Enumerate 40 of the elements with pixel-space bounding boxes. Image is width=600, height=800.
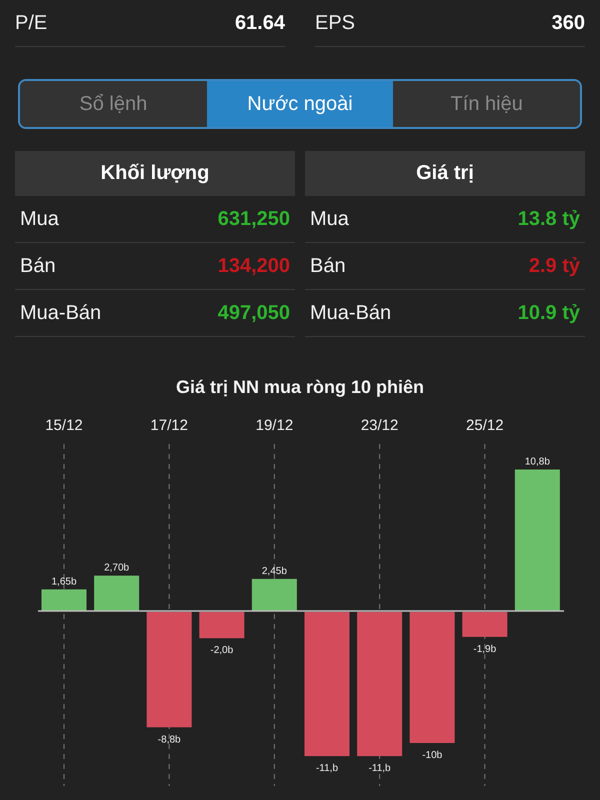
table-header: Giá trị (305, 151, 585, 196)
bar-value-label: -2,0b (210, 645, 234, 656)
bar-value-label: -1,9b (473, 644, 496, 655)
bar-value-label: 2,70b (104, 562, 130, 574)
row-value: 10.9 tỷ (518, 302, 580, 324)
row-label: Bán (20, 254, 56, 278)
axis-label: 23/12 (360, 417, 398, 434)
row-label: Mua-Bán (20, 302, 102, 324)
row-label: Bán (310, 254, 346, 278)
bar (94, 576, 140, 611)
row-value: 631,250 (218, 208, 290, 230)
bar-value-label: -8,8b (158, 734, 181, 746)
stat-label: EPS (315, 12, 356, 34)
axis-label: 15/12 (45, 417, 83, 434)
bar (252, 578, 297, 611)
bar-value-label: 1,65b (51, 576, 77, 588)
stat-label: P/E (15, 12, 48, 34)
bar-value-label: 10,8b (524, 456, 550, 468)
bar-value-label: -11,b (368, 763, 391, 774)
tab[interactable]: Nước ngoài (206, 81, 394, 127)
row-label: Mua (20, 208, 59, 230)
bar (199, 612, 244, 638)
bar-value-label: 2,45b (262, 566, 287, 577)
bar-value-label: -11,b (316, 763, 338, 774)
row-value: 13.8 tỷ (518, 208, 580, 230)
bar (42, 589, 86, 611)
bar-value-label: -10b (422, 750, 442, 761)
axis-label: 25/12 (466, 417, 504, 434)
bar (462, 612, 508, 637)
row-label: Mua (310, 208, 349, 230)
table-header: Khối lượng (15, 151, 295, 196)
row-value: 497,050 (218, 302, 290, 324)
row-value: 2.9 tỷ (528, 254, 580, 278)
row-label: Mua-Bán (310, 302, 392, 324)
chart-title: Giá trị NN mua ròng 10 phiên (176, 377, 424, 398)
axis-label: 19/12 (256, 417, 294, 434)
axis-label: 17/12 (150, 417, 188, 434)
stat-value: 61.64 (234, 12, 285, 34)
row-value: 134,200 (218, 254, 290, 278)
stat-value: 360 (552, 12, 585, 34)
